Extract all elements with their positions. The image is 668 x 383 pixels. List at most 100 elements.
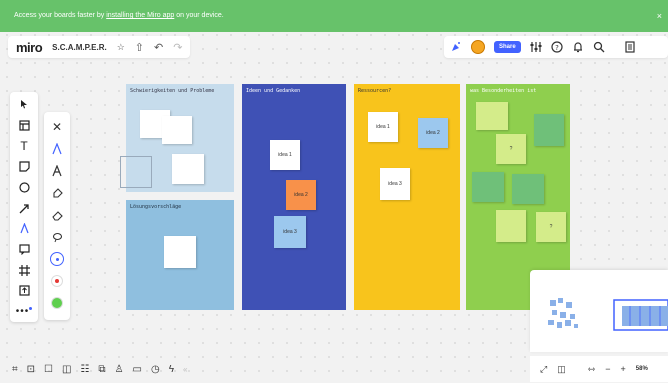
miro-logo[interactable]: miro — [16, 40, 43, 55]
note-text: idea 2 — [294, 192, 308, 198]
text-tool[interactable]: T — [10, 135, 38, 156]
help-icon[interactable]: ? — [551, 41, 563, 53]
eraser-icon — [51, 210, 63, 221]
presentation-icon[interactable]: ⊡ — [27, 364, 35, 375]
sticky-note[interactable]: idea 1 — [368, 112, 398, 142]
bell-icon[interactable] — [572, 41, 584, 53]
sticky-note[interactable]: ? — [496, 134, 526, 164]
avatar[interactable] — [471, 40, 485, 54]
lasso-option[interactable] — [52, 226, 63, 248]
install-app-link[interactable]: installing the Miro app — [106, 12, 174, 19]
selection-outline — [120, 156, 152, 188]
sticky-note[interactable]: idea 1 — [270, 140, 300, 170]
sticky-note[interactable] — [512, 174, 544, 204]
select-tool[interactable] — [10, 94, 38, 115]
note-text: ? — [509, 146, 513, 152]
more-tools-button[interactable]: ••• — [10, 301, 38, 322]
main-toolbar: T ••• — [10, 92, 38, 322]
frame-problems[interactable]: Schwierigkeiten und Probleme — [120, 84, 234, 192]
export-icon[interactable]: ⇧ — [135, 41, 144, 54]
undo-icon[interactable]: ↶ — [154, 41, 163, 54]
sticky-note[interactable] — [164, 236, 196, 268]
fit-to-screen-icon[interactable]: ⇿ — [588, 364, 596, 375]
pen-tool[interactable] — [10, 218, 38, 239]
upload-tool[interactable] — [10, 281, 38, 302]
frame-title: was Besonderheiten ist — [470, 88, 537, 94]
pen-option[interactable] — [52, 138, 62, 160]
frame-title: Schwierigkeiten und Probleme — [130, 88, 215, 94]
color-blue-option[interactable] — [50, 248, 64, 270]
share-screen-icon[interactable]: ⧉ — [98, 364, 105, 375]
frame-resources[interactable]: Ressourcen? idea 1 idea 2 idea 3 — [354, 84, 460, 310]
marker-icon — [52, 165, 62, 177]
close-pen-panel-button[interactable]: ✕ — [52, 116, 62, 138]
sticky-note[interactable]: idea 2 — [286, 180, 316, 210]
sticky-note[interactable] — [172, 154, 204, 184]
arrow-tool[interactable] — [10, 198, 38, 219]
sticky-note[interactable]: idea 2 — [418, 118, 448, 148]
eraser-option[interactable] — [51, 204, 63, 226]
comments-icon[interactable]: ☐ — [44, 364, 53, 375]
vote-icon[interactable]: ♙ — [115, 364, 124, 375]
color-green-option[interactable] — [51, 292, 63, 314]
settings-sliders-icon[interactable] — [530, 41, 542, 53]
templates-tool[interactable] — [10, 115, 38, 136]
fullscreen-icon[interactable]: ⤢ — [540, 364, 547, 375]
sticky-note[interactable]: idea 3 — [274, 216, 306, 248]
frame-title: Ressourcen? — [358, 88, 392, 94]
cursor-icon — [21, 100, 27, 109]
note-text: idea 2 — [426, 130, 440, 136]
pen-icon — [52, 143, 62, 155]
frame-tool[interactable] — [10, 260, 38, 281]
comment-tool[interactable] — [10, 239, 38, 260]
red-dot — [55, 279, 59, 283]
cards-icon[interactable]: ☷ — [80, 364, 89, 375]
selected-color-swatch — [50, 252, 64, 266]
sticky-note[interactable] — [472, 172, 504, 202]
board-title[interactable]: S.C.A.M.P.E.R. — [52, 43, 107, 52]
red-swatch — [51, 275, 63, 287]
banner-text-suffix: on your device. — [174, 12, 224, 19]
collapse-icon[interactable]: « — [183, 365, 187, 374]
green-swatch — [51, 297, 63, 309]
zoom-level[interactable]: 58% — [636, 366, 648, 372]
banner-text-prefix: Access your boards faster by — [14, 12, 107, 19]
share-button[interactable]: Share — [494, 41, 521, 53]
minimap[interactable] — [530, 270, 668, 352]
sticky-note[interactable] — [162, 116, 192, 144]
collaboration-bar: Share ? — [444, 36, 668, 58]
sticky-note[interactable] — [496, 210, 526, 242]
close-icon[interactable]: × — [657, 0, 662, 32]
video-call-icon[interactable]: ▭ — [133, 364, 142, 375]
star-icon[interactable]: ☆ — [117, 42, 125, 53]
minimap-content — [548, 298, 668, 331]
sticky-note[interactable] — [534, 114, 564, 146]
sticky-note-tool[interactable] — [10, 156, 38, 177]
search-icon[interactable] — [593, 41, 605, 53]
marker-option[interactable] — [52, 160, 62, 182]
comment-icon — [18, 244, 30, 255]
sticky-note[interactable] — [476, 102, 508, 130]
map-icon[interactable]: ◫ — [557, 364, 566, 375]
bottom-toolbar: ⌗ ⊡ ☐ ◫ ☷ ⧉ ♙ ▭ ◷ ϟ « — [8, 358, 248, 380]
zoom-out-button[interactable]: − — [605, 364, 610, 374]
frames-panel-icon[interactable]: ⌗ — [12, 364, 18, 375]
timer-icon[interactable]: ◷ — [151, 364, 160, 375]
highlighter-option[interactable] — [52, 182, 63, 204]
sticky-note[interactable]: ? — [536, 212, 566, 242]
activity-icon[interactable]: ϟ — [169, 364, 174, 375]
zoom-in-button[interactable]: + — [621, 364, 626, 374]
shapes-tool[interactable] — [10, 177, 38, 198]
frame-ideas[interactable]: Ideen und Gedanken idea 1 idea 2 idea 3 — [242, 84, 346, 310]
redo-icon[interactable]: ↷ — [173, 41, 182, 54]
celebrate-icon[interactable] — [450, 41, 462, 53]
chat-icon[interactable]: ◫ — [62, 364, 71, 375]
frame-solutions[interactable]: Lösungsvorschläge — [126, 200, 234, 310]
frame-title: Ideen und Gedanken — [246, 88, 301, 94]
frame-title: Lösungsvorschläge — [130, 204, 182, 210]
note-text: ? — [549, 224, 553, 230]
zoom-bar: ⤢ ◫ ⇿ − + 58% — [530, 356, 668, 382]
color-red-option[interactable] — [51, 270, 63, 292]
board-list-icon[interactable] — [624, 41, 636, 53]
sticky-note[interactable]: idea 3 — [380, 168, 410, 200]
